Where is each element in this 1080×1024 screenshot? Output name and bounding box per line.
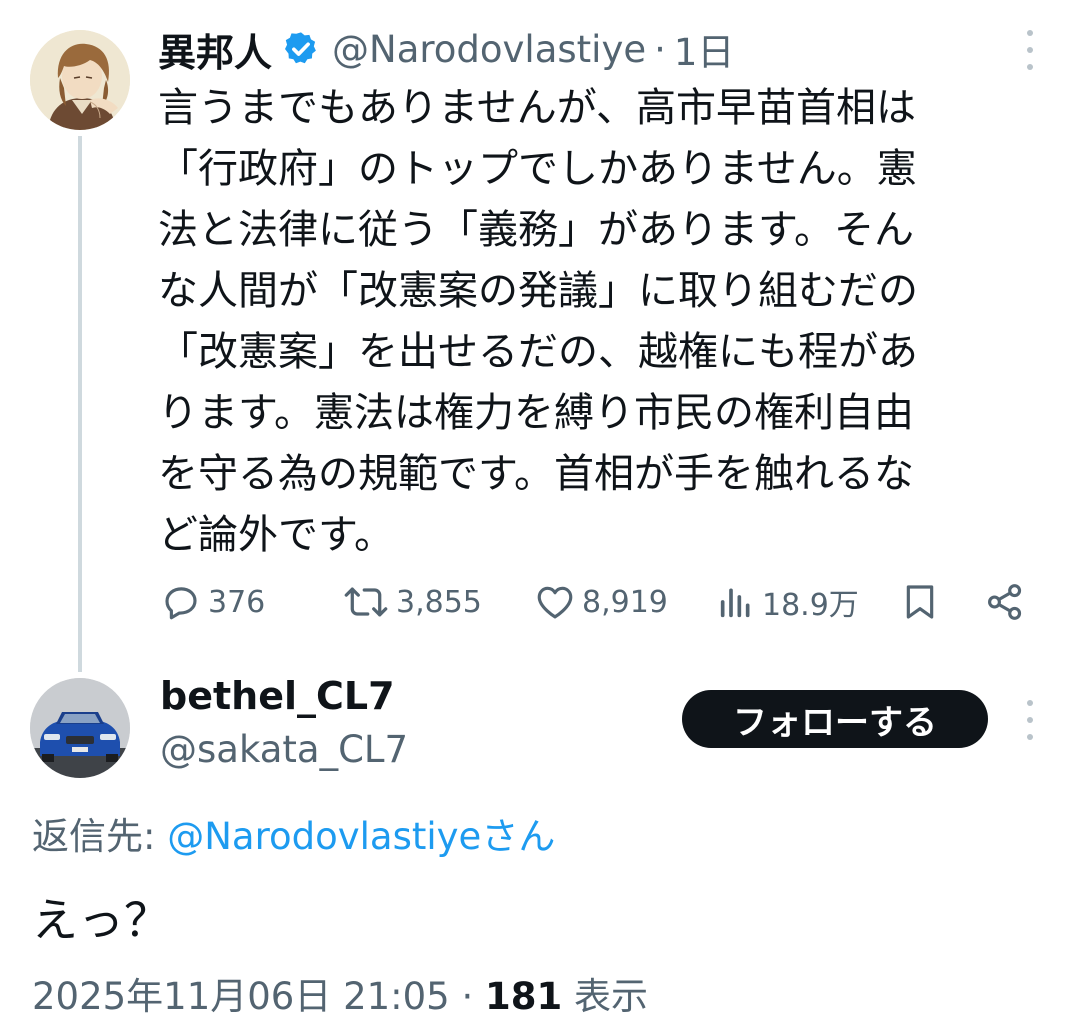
author-handle[interactable]: @sakata_CL7 <box>160 728 408 771</box>
tweet-meta: 2025年11月06日 21:05 · 181 表示 <box>32 966 648 1020</box>
follow-button[interactable]: フォローする <box>682 690 988 748</box>
like-icon <box>537 586 573 619</box>
views-count: 181 <box>485 975 563 1018</box>
views-label: 表示 <box>562 975 649 1018</box>
more-icon[interactable] <box>1023 700 1037 740</box>
views-count: 18.9万 <box>762 588 859 623</box>
tweet-thread: 異邦人 @Narodovlastiye · 1日 言うまでもありませんが、高市早… <box>0 0 1080 1024</box>
retweet-button[interactable]: 3,855 <box>342 576 482 628</box>
bookmark-button[interactable] <box>900 576 940 628</box>
reply-button[interactable]: 376 <box>160 576 265 628</box>
reply-to-line: 返信先: @Narodovlastiyeさん <box>32 806 555 860</box>
author-handle[interactable]: @Narodovlastiye <box>332 28 646 71</box>
share-button[interactable] <box>984 576 1026 628</box>
reply-text: えっ？ <box>32 893 170 947</box>
verified-badge-icon <box>285 32 316 64</box>
reply-to-label: 返信先: <box>32 815 168 858</box>
retweet-count: 3,855 <box>396 584 482 620</box>
tweet-actions: 376 3,855 8,919 18.9万 <box>160 576 1040 628</box>
tweet-header: 異邦人 @Narodovlastiye · 1日 <box>158 26 734 75</box>
like-count: 8,919 <box>582 584 668 620</box>
share-icon <box>988 584 1022 620</box>
like-button[interactable]: 8,919 <box>534 576 668 628</box>
views-button[interactable]: 18.9万 <box>716 576 859 628</box>
avatar[interactable] <box>30 30 130 130</box>
avatar-car <box>30 678 130 778</box>
retweet-icon <box>344 587 388 617</box>
reply-to-suffix[interactable]: さん <box>481 815 555 858</box>
separator-dot: · <box>654 27 666 71</box>
more-icon[interactable] <box>1023 30 1037 70</box>
tweet-text: 言うまでもありませんが、高市早苗首相は 「行政府」のトップでしかありません。憲 … <box>158 85 918 558</box>
separator-dot: · <box>449 975 486 1018</box>
bookmark-icon <box>906 585 934 619</box>
reply-count: 376 <box>208 584 266 620</box>
avatar[interactable] <box>30 678 130 778</box>
tweet-timestamp[interactable]: 2025年11月06日 21:05 <box>32 975 450 1018</box>
reply-to-mention[interactable]: @Narodovlastiye <box>167 815 481 858</box>
tweet-time[interactable]: 1日 <box>674 22 735 76</box>
author-name[interactable]: bethel_CL7 <box>160 674 395 718</box>
reply-icon <box>165 587 197 620</box>
views-icon <box>720 588 750 618</box>
author-name[interactable]: 異邦人 <box>158 22 272 77</box>
avatar-illustration <box>30 30 130 130</box>
thread-line <box>78 136 82 672</box>
